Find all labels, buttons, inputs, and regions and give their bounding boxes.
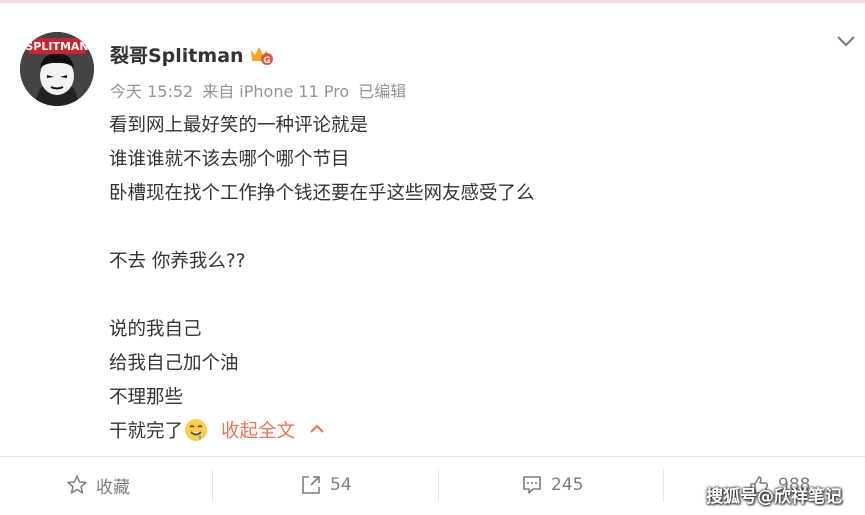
- post-line: 不理那些: [109, 387, 184, 408]
- avatar-logo-text: SPLITMAN: [25, 40, 88, 53]
- repost-icon: [302, 476, 320, 494]
- post-line-blank: [109, 211, 809, 245]
- top-accent-line: [0, 0, 865, 3]
- post-body: 看到网上最好笑的一种评论就是 谁谁谁就不该去哪个哪个节目 卧槽现在找个工作挣个钱…: [109, 109, 809, 449]
- vip-badge-icon[interactable]: G: [248, 42, 274, 66]
- comment-count: 245: [551, 475, 584, 495]
- svg-text:G: G: [263, 56, 270, 66]
- post-source: 来自 iPhone 11 Pro: [202, 82, 350, 101]
- post-line: 卧槽现在找个工作挣个钱还要在乎这些网友感受了么: [109, 183, 535, 204]
- post-line: 给我自己加个油: [109, 353, 239, 374]
- username[interactable]: 裂哥Splitman: [110, 41, 244, 68]
- chevron-down-icon[interactable]: [835, 30, 857, 52]
- drool-emoji: [183, 417, 209, 443]
- repost-button[interactable]: 54: [300, 468, 352, 502]
- avatar-image: SPLITMAN: [20, 32, 94, 106]
- post-last-line: 干就完了 收起全文: [109, 415, 809, 449]
- post-time[interactable]: 今天 15:52: [110, 82, 193, 101]
- favorite-label: 收藏: [96, 477, 130, 498]
- divider: [212, 469, 213, 502]
- edited-label[interactable]: 已编辑: [358, 82, 406, 101]
- favorite-button[interactable]: 收藏: [66, 468, 130, 502]
- post-line: 说的我自己: [109, 319, 202, 340]
- avatar[interactable]: SPLITMAN: [20, 32, 94, 106]
- divider: [438, 469, 439, 502]
- post-line-blank: [109, 279, 809, 313]
- watermark: 搜狐号@欣祥笔记: [706, 487, 842, 507]
- chevron-up-icon[interactable]: [309, 413, 325, 447]
- post-line: 不去 你养我么??: [109, 251, 246, 272]
- post-line: 谁谁谁就不该去哪个哪个节目: [109, 149, 350, 170]
- comment-icon: [523, 476, 541, 494]
- repost-count: 54: [330, 475, 352, 495]
- star-icon: [67, 475, 87, 494]
- post-line-text: 干就完了: [109, 421, 184, 442]
- post-line: 看到网上最好笑的一种评论就是: [109, 115, 369, 136]
- divider: [663, 469, 664, 502]
- comment-button[interactable]: 245: [521, 468, 583, 502]
- collapse-text-link[interactable]: 收起全文: [221, 421, 295, 442]
- post-meta: 今天 15:52 来自 iPhone 11 Pro 已编辑: [110, 78, 415, 102]
